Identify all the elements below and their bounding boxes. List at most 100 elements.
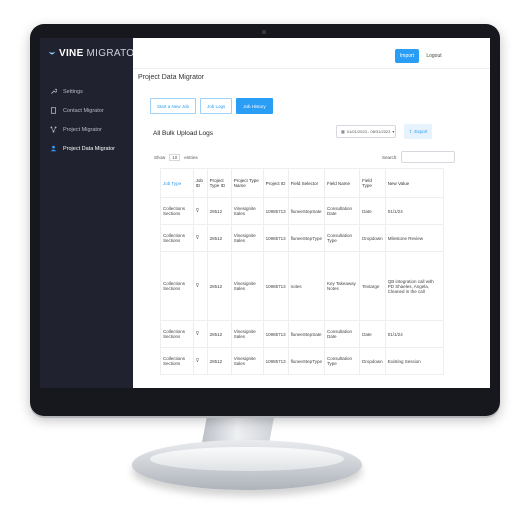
cell-project-type-id: 28512 [206, 224, 232, 252]
table-row[interactable]: Collections Sections ⊽ 28512 Vinesignite… [160, 347, 445, 375]
table-row[interactable]: Collections Sections ⊽ 28512 Vinesignite… [160, 251, 445, 321]
cell-project-type-name: Vinesignite Sales [230, 197, 264, 225]
export-label: Export [414, 129, 428, 134]
cell-new-value: QB integration call with PD Shaeles, Ang… [384, 251, 445, 321]
sidebar-item-project-migrator[interactable]: Project Migrator [40, 120, 133, 139]
search-input[interactable] [400, 151, 455, 163]
cell-field-name: Consultation Date [323, 320, 361, 348]
column-header[interactable]: Field Type [359, 168, 386, 198]
brand-name-bold: VINE [59, 48, 84, 59]
sidebar-item-project-data-migrator[interactable]: Project Data Migrator [40, 139, 133, 158]
cell-field-selector: fluneeStepType [287, 347, 325, 375]
export-button[interactable]: ⇪ Export [404, 124, 432, 139]
cell-project-type-name: Vinesignite Sales [230, 251, 264, 321]
sidebar: VINE MIGRATOR Settings Contact Migrator P… [40, 38, 142, 388]
sidebar-item-contact-migrator[interactable]: Contact Migrator [40, 101, 133, 120]
cell-field-name: Consultation Type [323, 224, 361, 252]
sidebar-item-label: Project Migrator [63, 126, 102, 133]
column-header[interactable]: Project ID [262, 168, 289, 198]
brand-logo[interactable]: VINE MIGRATOR [48, 48, 142, 59]
table-row[interactable]: Collections Sections ⊽ 28512 Vinesignite… [160, 224, 445, 252]
cell-job-id: ⊽ [192, 224, 208, 252]
tab-job-logs[interactable]: Job Logs [200, 98, 233, 114]
cell-project-type-id: 28512 [206, 197, 232, 225]
cell-field-type: Dropdown [359, 347, 386, 375]
user-icon [50, 145, 57, 152]
logout-button[interactable]: Logout [423, 49, 445, 63]
column-header[interactable]: Job ID [192, 168, 208, 198]
entries-select[interactable]: 10 [169, 154, 181, 161]
export-icon: ⇪ [408, 128, 413, 134]
monitor-stand-highlight [150, 447, 344, 471]
tab-bar: Start a New Job Job Logs Job History [150, 98, 273, 114]
tab-start-new-job[interactable]: Start a New Job [150, 98, 197, 114]
search-label: Search: [382, 154, 398, 160]
eye-icon[interactable]: ⊽ [196, 235, 200, 241]
cell-field-name: Consultation Type [323, 347, 361, 375]
cell-project-id: 10985713 [262, 320, 289, 348]
column-header[interactable]: Field Name [323, 168, 361, 198]
eye-icon[interactable]: ⊽ [196, 358, 200, 364]
cell-job-type: Collections Sections [160, 320, 194, 348]
top-bar: Import Logout [133, 38, 490, 69]
show-label: Show [154, 155, 166, 160]
eye-icon[interactable]: ⊽ [196, 208, 200, 214]
sidebar-item-label: Project Data Migrator [63, 145, 115, 152]
cell-project-id: 10985713 [262, 197, 289, 225]
cell-field-name: Key Takeaway Notes [323, 251, 361, 321]
date-range-value: 01/01/2023 - 08/31/2023 [346, 129, 391, 134]
cell-project-type-id: 28512 [206, 320, 232, 348]
import-button[interactable]: Import [395, 49, 419, 63]
column-header[interactable]: Job Type [160, 168, 194, 198]
table-row[interactable]: Collections Sections ⊽ 28512 Vinesignite… [160, 320, 445, 348]
date-range-picker[interactable]: ▦ 01/01/2023 - 08/31/2023 ▾ [336, 125, 396, 138]
table-header-row: Job Type Job ID Project Type ID Project … [160, 168, 445, 198]
cell-new-value: Existing Session [384, 347, 445, 375]
cell-job-id: ⊽ [192, 197, 208, 225]
document-icon [51, 107, 56, 114]
eye-icon[interactable]: ⊽ [196, 283, 200, 289]
cell-field-selector: fluneeStepType [287, 224, 325, 252]
cell-field-type: Textarge [359, 251, 386, 321]
cell-field-type: Date [359, 320, 386, 348]
page-title: Project Data Migrator [138, 74, 205, 81]
cell-job-id: ⊽ [192, 320, 208, 348]
show-entries: Show 10 entries [154, 154, 198, 161]
search-area: Search: [382, 151, 455, 163]
cell-field-selector: notes [287, 251, 325, 321]
cell-job-type: Collections Sections [160, 224, 194, 252]
cell-new-value: 01/1/24 [384, 320, 445, 348]
cell-job-type: Collections Sections [160, 347, 194, 375]
cell-job-type: Collections Sections [160, 251, 194, 321]
cell-project-id: 10985713 [262, 347, 289, 375]
camera-icon [262, 30, 266, 34]
entries-label: entries [184, 155, 198, 160]
cell-job-type: Collections Sections [160, 197, 194, 225]
cell-field-selector: fluneeStepSate [287, 197, 325, 225]
wrench-icon [51, 88, 57, 94]
eye-icon[interactable]: ⊽ [196, 331, 200, 337]
column-header[interactable]: Project Type ID [206, 168, 232, 198]
section-title: All Bulk Upload Logs [153, 130, 213, 137]
cell-field-name: Consultation Date [323, 197, 361, 225]
sidebar-item-settings[interactable]: Settings [40, 82, 133, 101]
column-header[interactable]: Field Selector [287, 168, 325, 198]
table-row[interactable]: Collections Sections ⊽ 28512 Vinesignite… [160, 197, 445, 225]
calendar-icon: ▦ [341, 129, 345, 134]
cell-field-selector: fluneeStepSate [287, 320, 325, 348]
app-screen: VINE MIGRATOR Settings Contact Migrator P… [40, 38, 490, 388]
column-header[interactable]: New Value [384, 168, 445, 198]
cell-project-id: 10985713 [262, 224, 289, 252]
logs-table: Job Type Job ID Project Type ID Project … [160, 168, 445, 375]
cell-project-type-id: 28512 [206, 347, 232, 375]
column-header[interactable]: Project Type Name [230, 168, 264, 198]
cell-new-value: Milestone Review [384, 224, 445, 252]
tab-job-history[interactable]: Job History [236, 98, 273, 114]
sidebar-item-label: Settings [63, 88, 83, 95]
cell-project-type-id: 28512 [206, 251, 232, 321]
cell-job-id: ⊽ [192, 251, 208, 321]
network-icon [50, 126, 57, 133]
cell-project-type-name: Vinesignite Sales [230, 347, 264, 375]
cell-new-value: 01/1/24 [384, 197, 445, 225]
chevron-down-icon: ▾ [392, 129, 395, 134]
